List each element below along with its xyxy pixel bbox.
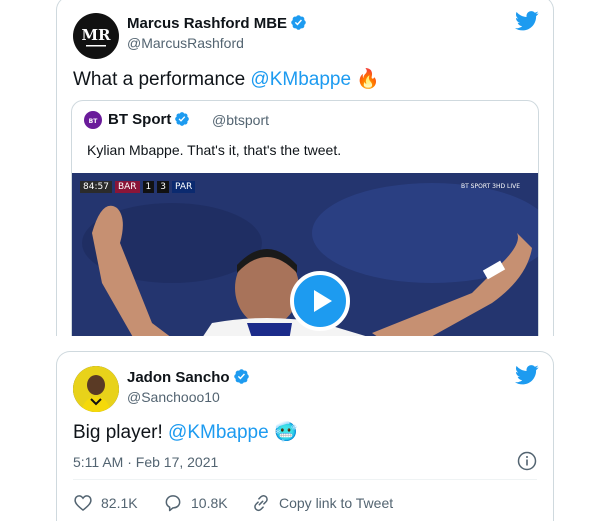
quote-author-handle[interactable]: @btsport (212, 112, 269, 128)
quoted-tweet[interactable]: BT BT Sport @btsport Kylian Mbappe. That… (71, 100, 539, 336)
twitter-bird-icon[interactable] (515, 11, 539, 31)
away-team: PAR (172, 181, 196, 193)
scoreboard: 84:57 BAR 1 3 PAR (80, 181, 196, 193)
copy-link-button[interactable]: Copy link to Tweet (251, 493, 393, 513)
author-handle[interactable]: @MarcusRashford (127, 35, 244, 51)
verified-badge-icon (233, 369, 249, 384)
avatar-photo-image (73, 366, 119, 412)
tweet-text-body: What a performance (73, 69, 251, 90)
home-team: BAR (114, 181, 140, 193)
author-name[interactable]: Marcus Rashford MBE (127, 14, 307, 32)
tweet-card-rashford[interactable]: MR Marcus Rashford MBE @MarcusRashford W… (56, 0, 554, 336)
verified-badge-icon (175, 112, 190, 126)
cold-face-emoji: 🥶 (273, 422, 298, 443)
author-name[interactable]: Jadon Sancho (127, 368, 250, 386)
play-icon (314, 290, 332, 312)
reply-button[interactable]: 10.8K (163, 493, 228, 513)
tweet-text: What a performance @KMbappe 🔥 (73, 67, 380, 91)
video-player[interactable]: 84:57 BAR 1 3 PAR BT SPORT 3HD LIVE (72, 173, 538, 336)
fire-emoji: 🔥 (356, 69, 380, 90)
avatar[interactable]: MR (73, 13, 119, 59)
away-score: 3 (157, 181, 169, 193)
info-icon[interactable] (517, 451, 537, 471)
match-clock: 84:57 (80, 181, 112, 193)
home-score: 1 (142, 181, 155, 193)
svg-text:BT: BT (89, 118, 99, 125)
tweet-text: Big player! @KMbappe 🥶 (73, 420, 298, 444)
reply-bubble-icon (165, 495, 181, 512)
like-count: 82.1K (101, 495, 138, 511)
twitter-bird-icon[interactable] (515, 365, 539, 385)
reply-count: 10.8K (191, 495, 228, 511)
tweet-timestamp[interactable]: 5:11 AM · Feb 17, 2021 (73, 454, 218, 470)
tweet-text-body: Big player! (73, 422, 169, 443)
svg-text:MR: MR (81, 26, 111, 44)
channel-watermark: BT SPORT 3HD LIVE (460, 183, 520, 190)
mention-link[interactable]: @KMbappe (168, 422, 269, 443)
like-button[interactable]: 82.1K (73, 493, 138, 513)
link-icon (254, 494, 268, 512)
heart-icon (74, 495, 92, 512)
author-handle[interactable]: @Sanchooo10 (127, 389, 220, 405)
quote-avatar[interactable]: BT (84, 111, 102, 129)
verified-badge-icon (291, 15, 306, 30)
bt-logo-icon: BT (89, 118, 99, 125)
copy-link-label: Copy link to Tweet (279, 495, 394, 511)
mention-link[interactable]: @KMbappe (250, 69, 351, 90)
mr-logo-icon: MR (81, 26, 111, 47)
avatar[interactable] (73, 366, 119, 412)
divider (73, 479, 537, 480)
quote-text: Kylian Mbappe. That's it, that's the twe… (87, 142, 342, 158)
play-button[interactable] (290, 271, 350, 331)
quote-author-name[interactable]: BT Sport (108, 111, 190, 128)
tweet-card-sancho[interactable]: Jadon Sancho @Sanchooo10 Big player! @KM… (56, 351, 554, 521)
